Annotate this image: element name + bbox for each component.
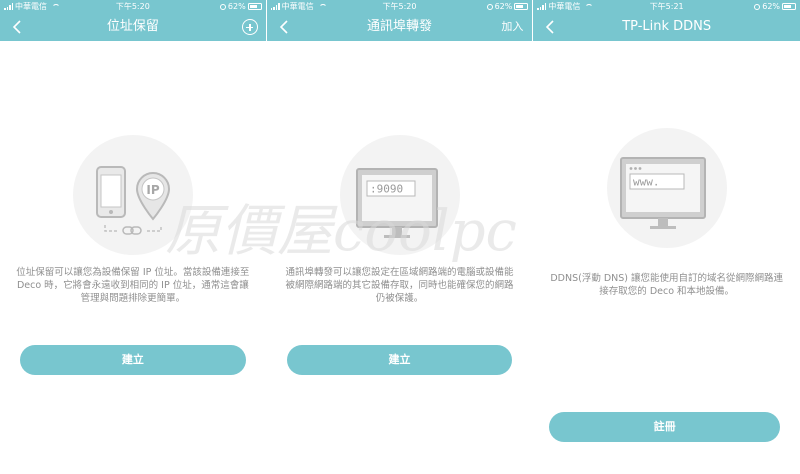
page-title: 通訊埠轉發: [367, 19, 433, 34]
feature-description: 位址保留可以讓您為設備保留 IP 位址。當該設備連接至 Deco 時，它將會永遠…: [16, 267, 250, 304]
nav-bar: TP-Link DDNS: [533, 13, 800, 41]
battery-status: 62%: [219, 0, 262, 13]
monitor-icon: :9090: [355, 168, 438, 238]
create-button[interactable]: 建立: [286, 345, 513, 375]
status-bar: 中華電信 下午5:20 62%: [0, 0, 266, 13]
battery-percent: 62%: [227, 2, 246, 11]
top-bar: 中華電信 下午5:21 62% TP-Link DDNS: [533, 0, 800, 41]
ddns-screen: 中華電信 下午5:21 62% TP-Link DDNS www. DDNS(浮…: [533, 0, 800, 474]
top-bar: 中華電信 下午5:20 62% 通訊埠轉發 加入: [266, 0, 533, 41]
status-bar: 中華電信 下午5:21 62%: [533, 0, 800, 13]
port-number: :9090: [370, 183, 403, 196]
url-text: www.: [633, 176, 660, 189]
battery-percent: 62%: [762, 2, 781, 11]
create-button[interactable]: 建立: [20, 345, 246, 375]
register-button[interactable]: 註冊: [549, 412, 781, 442]
port-forwarding-illustration: :9090: [339, 135, 460, 255]
nav-bar: 位址保留: [0, 13, 266, 41]
ip-badge: IP: [146, 183, 159, 197]
orientation-lock-icon: [219, 3, 226, 10]
ddns-illustration: www.: [607, 128, 728, 248]
feature-description: 通訊埠轉發可以讓您設定在區域網路端的電腦或設備能被網際網路端的其它設備存取，同時…: [285, 267, 514, 304]
battery-status: 62%: [754, 0, 797, 13]
nav-bar: 通訊埠轉發 加入: [267, 13, 533, 41]
address-reservation-screen: 中華電信 下午5:20 62% 位址保留 IP 位址保留可以讓您為設備保留 IP…: [0, 0, 266, 474]
battery-percent: 62%: [494, 2, 513, 11]
battery-status: 62%: [486, 0, 529, 13]
phone-ip-icon: IP: [96, 166, 171, 235]
port-forwarding-screen: 中華電信 下午5:20 62% 通訊埠轉發 加入:9090 通訊埠轉發可以讓您…: [266, 0, 533, 474]
battery-icon: [782, 3, 797, 10]
orientation-lock-icon: [486, 3, 493, 10]
orientation-lock-icon: [754, 3, 761, 10]
add-button[interactable]: 加入: [501, 13, 523, 41]
battery-icon: [514, 3, 529, 10]
screenshots-collage: 中華電信 下午5:20 62% 位址保留 IP 位址保留可以讓您為設備保留 IP…: [0, 0, 800, 474]
reservation-illustration: IP: [73, 135, 193, 255]
feature-description: DDNS(浮動 DNS) 讓您能使用自訂的域名從網際網路連接存取您的 Deco …: [550, 273, 784, 297]
page-title: 位址保留: [106, 19, 159, 34]
browser-monitor-icon: www.: [620, 157, 707, 229]
page-title: TP-Link DDNS: [622, 19, 712, 34]
top-bar: 中華電信 下午5:20 62% 位址保留: [0, 0, 266, 41]
status-bar: 中華電信 下午5:20 62%: [267, 0, 533, 13]
battery-icon: [247, 3, 262, 10]
plus-circle-icon[interactable]: [241, 19, 258, 35]
